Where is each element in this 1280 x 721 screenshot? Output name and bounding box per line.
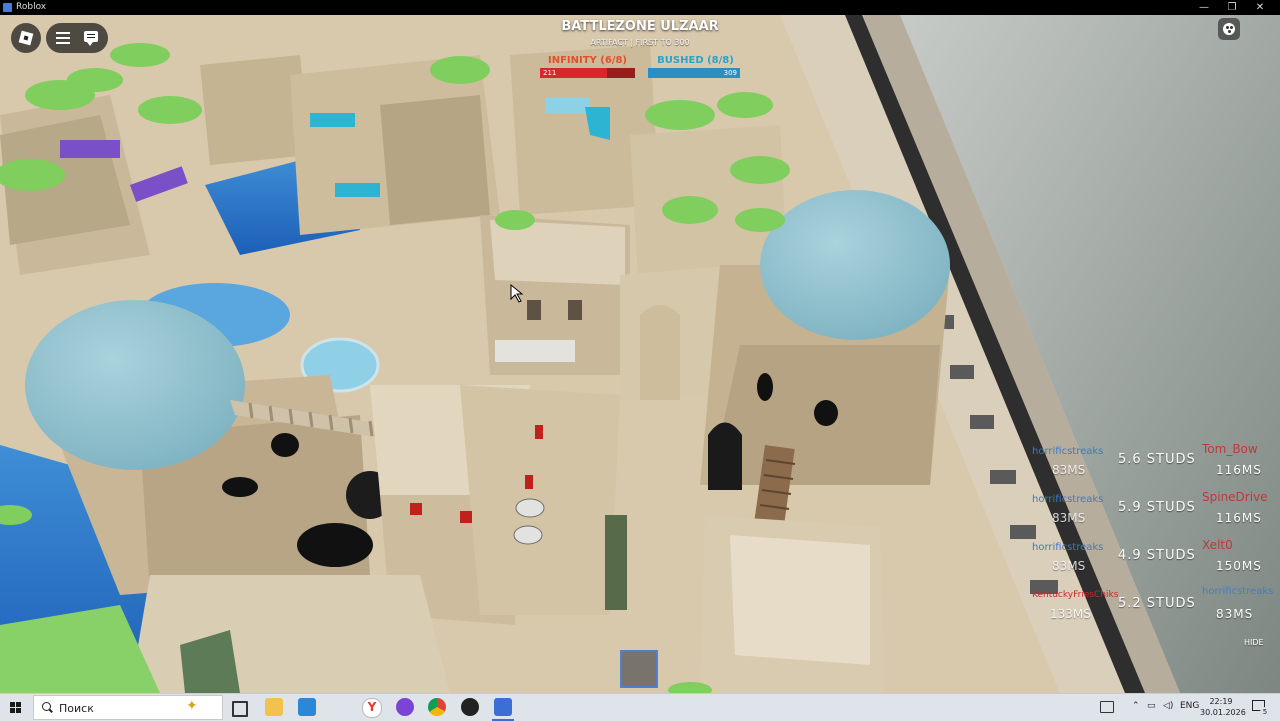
distance: 5.2 STUDS: [1118, 596, 1196, 611]
distance: 5.6 STUDS: [1118, 452, 1196, 467]
clock-date: 30.01.2026: [1200, 708, 1246, 717]
game-viewport[interactable]: BATTLEZONE ULZAAR ARTIFACT | FIRST TO 30…: [0, 15, 1280, 693]
player-ping: 83MS: [1052, 511, 1086, 525]
game-mode: ARTIFACT | FIRST TO 300: [590, 38, 690, 47]
team-right-score-bar: 309: [648, 68, 740, 78]
opponent-ping: 150MS: [1216, 559, 1262, 573]
team-left-score-bar: 211: [540, 68, 635, 78]
roblox-logo-icon: [18, 30, 34, 46]
opponent-name: horrificstreaks: [1202, 586, 1274, 597]
scoreboard-row: horrificstreaks 83MS 5.9 STUDS SpineDriv…: [1020, 488, 1280, 536]
opponent-ping: 116MS: [1216, 511, 1262, 525]
keyboard-icon[interactable]: [1100, 701, 1114, 713]
map-name: BATTLEZONE ULZAAR: [561, 19, 719, 34]
player-name: KentuckyFriesChiks: [1032, 590, 1119, 600]
distance: 5.9 STUDS: [1118, 500, 1196, 515]
player-ping: 133MS: [1050, 607, 1091, 621]
task-view-icon[interactable]: [232, 701, 248, 717]
chrome-icon[interactable]: [428, 698, 446, 716]
player-name: horrificstreaks: [1032, 494, 1104, 505]
network-icon[interactable]: ▭: [1147, 701, 1156, 711]
search-placeholder: Поиск: [59, 702, 94, 715]
player-ping: 83MS: [1052, 463, 1086, 477]
roblox-menu-button[interactable]: [11, 23, 41, 53]
obs-icon[interactable]: [461, 698, 479, 716]
opponent-ping: 83MS: [1216, 607, 1254, 621]
menu-chat-pill: [46, 23, 108, 53]
palette-icon: [1223, 23, 1235, 35]
notification-icon[interactable]: 5: [1252, 700, 1270, 717]
chevron-up-icon[interactable]: ⌃: [1132, 701, 1140, 711]
store-icon[interactable]: [298, 698, 316, 716]
file-explorer-icon[interactable]: [265, 698, 283, 716]
taskbar: Поиск ✦ Y ⌃ ▭ ◁) ENG 22:19 30.01.2026 5: [0, 693, 1280, 721]
search-icon: [42, 702, 51, 711]
team-left-score: 211: [543, 69, 557, 77]
team-left-name: INFINITY (6/8): [548, 55, 627, 66]
opponent-name: Xelt0: [1202, 538, 1233, 552]
player-ping: 83MS: [1052, 559, 1086, 573]
close-icon[interactable]: ✕: [1246, 0, 1274, 15]
clock-time: 22:19: [1209, 697, 1233, 706]
scoreboard-row: horrificstreaks 83MS 5.6 STUDS Tom_Bow 1…: [1020, 440, 1280, 488]
player-name: horrificstreaks: [1032, 542, 1104, 553]
opponent-name: SpineDrive: [1202, 490, 1268, 504]
notification-count: 5: [1260, 707, 1270, 717]
hotbar-slot[interactable]: [620, 650, 658, 688]
hamburger-menu-icon[interactable]: [56, 32, 70, 44]
yandex-browser-icon[interactable]: Y: [362, 698, 382, 718]
restore-icon[interactable]: ❐: [1218, 0, 1246, 15]
distance: 4.9 STUDS: [1118, 548, 1196, 563]
roblox-app-icon: [3, 3, 12, 12]
sparkle-icon: ✦: [186, 698, 198, 714]
minimize-icon[interactable]: —: [1190, 0, 1218, 15]
volume-icon[interactable]: ◁): [1163, 701, 1173, 711]
palette-button[interactable]: [1218, 18, 1240, 40]
team-right-name: BUSHED (8/8): [657, 55, 734, 66]
taskbar-clock[interactable]: 22:19 30.01.2026: [1200, 696, 1246, 718]
opponent-name: Tom_Bow: [1202, 442, 1258, 456]
taskbar-search[interactable]: Поиск ✦: [33, 695, 223, 720]
scoreboard-row: horrificstreaks 83MS 4.9 STUDS Xelt0 150…: [1020, 536, 1280, 584]
input-language[interactable]: ENG: [1180, 701, 1199, 711]
window-title: Roblox: [16, 2, 47, 12]
discord-icon[interactable]: [396, 698, 414, 716]
roblox-taskbar-icon[interactable]: [494, 698, 512, 716]
hide-scoreboard-button[interactable]: HIDE: [1244, 638, 1264, 647]
duel-scoreboard: horrificstreaks 83MS 5.6 STUDS Tom_Bow 1…: [1020, 440, 1280, 670]
team-right-score: 309: [723, 69, 737, 77]
window-titlebar: Roblox — ❐ ✕: [0, 0, 1280, 15]
windows-start-icon[interactable]: [10, 702, 21, 713]
opponent-ping: 116MS: [1216, 463, 1262, 477]
scoreboard-row: KentuckyFriesChiks 133MS 5.2 STUDS horri…: [1020, 584, 1280, 632]
player-name: horrificstreaks: [1032, 446, 1104, 457]
chat-icon[interactable]: [84, 31, 98, 46]
